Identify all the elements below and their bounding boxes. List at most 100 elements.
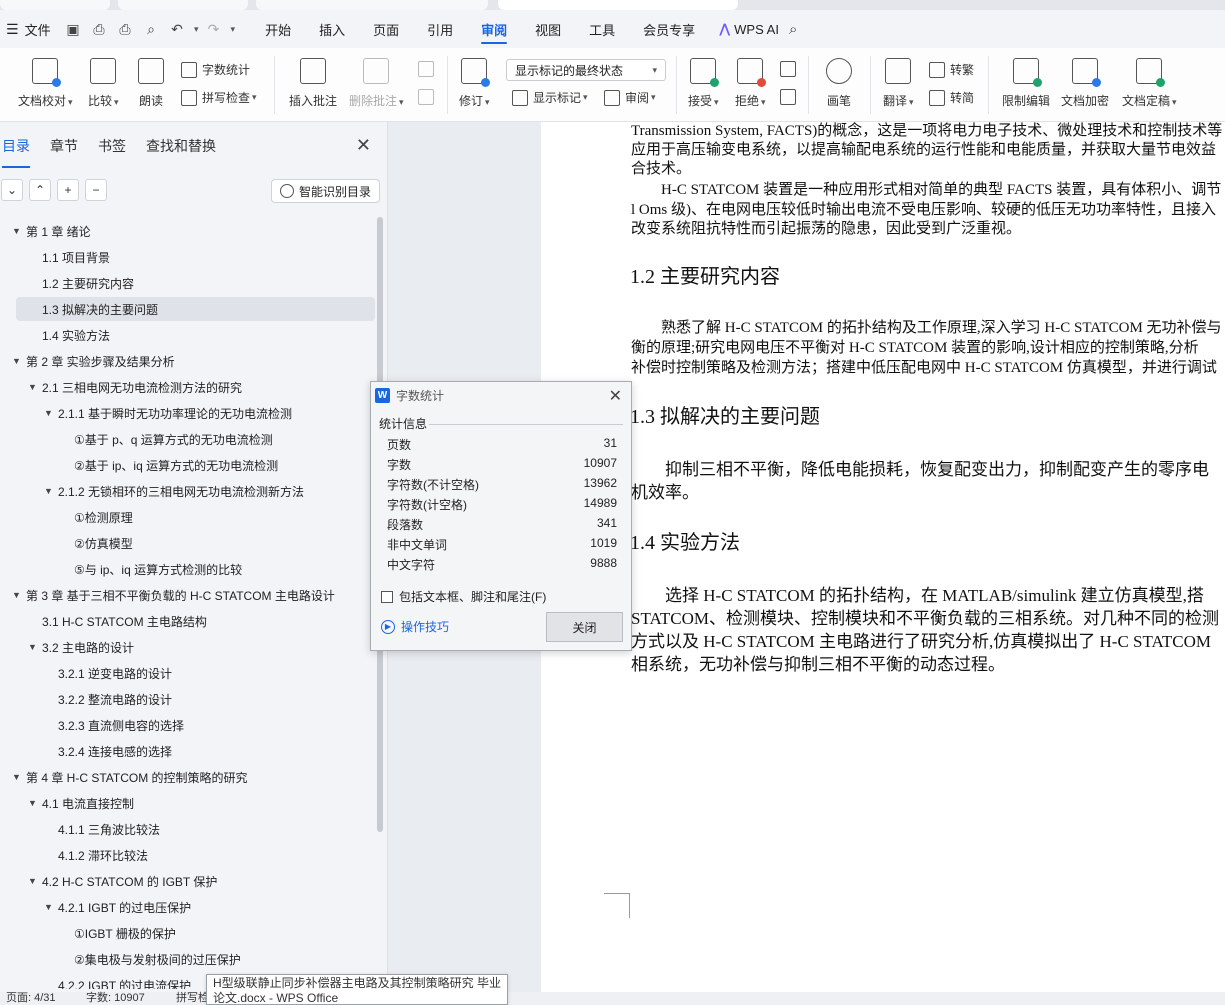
accept-button[interactable]: 接受 ▾ <box>688 58 720 109</box>
toc-item[interactable]: ▼ 第 2 章 实验步骤及结果分析 <box>12 349 375 373</box>
remove-heading-icon[interactable]: − <box>85 179 107 201</box>
tab-bookmarks[interactable]: 书签 <box>96 136 126 160</box>
toc-item[interactable]: 4.1.2 滞环比较法 <box>16 843 375 867</box>
toc-item[interactable]: ②基于 ip、iq 运算方式的无功电流检测 <box>16 453 375 477</box>
save-icon[interactable]: ▣ <box>62 18 84 40</box>
print-icon[interactable]: ⎙ <box>114 18 136 40</box>
window-tab[interactable] <box>118 0 248 10</box>
previous-comment-button[interactable] <box>418 61 439 77</box>
toc-item[interactable]: ▼ 第 1 章 绪论 <box>12 219 375 243</box>
tab-sections[interactable]: 章节 <box>48 136 78 160</box>
tab-review[interactable]: 审阅 <box>467 10 521 48</box>
toc-item[interactable]: ①检测原理 <box>16 505 375 529</box>
review-pane-button[interactable]: 审阅 ▾ <box>604 89 656 106</box>
toc-item[interactable]: 1.1 项目背景 <box>16 245 375 269</box>
previous-change-button[interactable] <box>780 61 801 77</box>
tab-page[interactable]: 页面 <box>359 10 413 48</box>
toc-item[interactable]: 1.2 主要研究内容 <box>16 271 375 295</box>
search-icon[interactable]: ⌕ <box>789 21 797 38</box>
markup-state-select[interactable]: 显示标记的最终状态 ▾ <box>506 59 666 81</box>
toc-item[interactable]: ①IGBT 栅极的保护 <box>16 921 375 945</box>
smart-toc-button[interactable]: 智能识别目录 <box>271 179 381 203</box>
restrict-edit-button[interactable]: 限制编辑 <box>1002 58 1050 109</box>
compare-button[interactable]: 比较 ▾ <box>88 58 119 109</box>
finalize-button[interactable]: 文档定稿 ▾ <box>1122 58 1177 109</box>
encrypt-button[interactable]: 文档加密 <box>1061 58 1109 109</box>
word-count-indicator[interactable]: 字数: 10907 <box>86 992 145 1005</box>
document-page[interactable]: Transmission System, FACTS)的概念，这是一项将电力电子… <box>541 122 1225 992</box>
expand-arrow-icon[interactable]: ▼ <box>12 356 21 366</box>
next-change-button[interactable] <box>780 89 801 105</box>
expand-arrow-icon[interactable]: ▼ <box>28 642 37 652</box>
undo-icon[interactable]: ↶ <box>166 18 188 40</box>
page-indicator[interactable]: 页面: 4/31 <box>6 992 56 1005</box>
window-tab-active[interactable] <box>498 0 738 10</box>
window-tab[interactable] <box>0 0 110 10</box>
export-pdf-icon[interactable]: ⎙ <box>88 18 110 40</box>
tab-home[interactable]: 开始 <box>251 10 305 48</box>
close-icon[interactable]: ✕ <box>609 386 622 406</box>
toc-item[interactable]: 3.1 H-C STATCOM 主电路结构 <box>16 609 375 633</box>
spell-check-button[interactable]: 拼写检查 ▾ <box>181 89 257 106</box>
dialog-title-bar[interactable]: W 字数统计 <box>371 382 631 408</box>
toc-item[interactable]: 3.2.4 连接电感的选择 <box>16 739 375 763</box>
tips-link[interactable]: ▶ 操作技巧 <box>381 618 449 635</box>
expand-arrow-icon[interactable]: ▼ <box>44 486 53 496</box>
toc-item[interactable]: 4.1.1 三角波比较法 <box>16 817 375 841</box>
toc-item[interactable]: ▼ 第 3 章 基于三相不平衡负载的 H-C STATCOM 主电路设计 <box>12 583 375 607</box>
collapse-all-icon[interactable]: ⌄ <box>1 179 23 201</box>
window-tab[interactable] <box>256 0 488 10</box>
tab-references[interactable]: 引用 <box>413 10 467 48</box>
toc-item[interactable]: 1.3 拟解决的主要问题 <box>16 297 375 321</box>
toc-item[interactable]: 3.2.1 逆变电路的设计 <box>16 661 375 685</box>
tab-tools[interactable]: 工具 <box>575 10 629 48</box>
close-icon[interactable]: ✕ <box>356 136 371 154</box>
toc-item[interactable]: ▼ 第 4 章 H-C STATCOM 的控制策略的研究 <box>12 765 375 789</box>
pen-button[interactable]: 画笔 <box>826 58 852 109</box>
expand-arrow-icon[interactable]: ▼ <box>12 772 21 782</box>
include-textbox-checkbox[interactable]: 包括文本框、脚注和尾注(F) <box>381 588 546 605</box>
toc-item[interactable]: 3.2.2 整流电路的设计 <box>16 687 375 711</box>
toc-item[interactable]: ▼ 4.2.1 IGBT 的过电压保护 <box>16 895 375 919</box>
toc-item[interactable]: ▼ 4.2 H-C STATCOM 的 IGBT 保护 <box>16 869 375 893</box>
expand-arrow-icon[interactable]: ▼ <box>28 382 37 392</box>
expand-arrow-icon[interactable]: ▼ <box>12 590 21 600</box>
toc-item[interactable]: ②集电极与发射极间的过压保护 <box>16 947 375 971</box>
wps-ai-button[interactable]: ⋀ WPS AI <box>709 21 789 37</box>
tab-view[interactable]: 视图 <box>521 10 575 48</box>
reject-button[interactable]: 拒绝 ▾ <box>735 58 767 109</box>
file-menu[interactable]: ☰ 文件 <box>0 20 56 39</box>
redo-icon[interactable]: ↷ <box>203 18 225 40</box>
doc-proofread-button[interactable]: 文档校对 ▾ <box>18 58 73 109</box>
to-traditional-button[interactable]: 转繁 <box>929 61 974 78</box>
track-changes-button[interactable]: 修订 ▾ <box>459 58 491 109</box>
print-preview-icon[interactable]: ⌕ <box>140 18 162 40</box>
expand-up-icon[interactable]: ⌃ <box>29 179 51 201</box>
toc-item[interactable]: ▼ 2.1 三相电网无功电流检测方法的研究 <box>16 375 375 399</box>
expand-arrow-icon[interactable]: ▼ <box>28 798 37 808</box>
to-simplified-button[interactable]: 转简 <box>929 89 974 106</box>
toc-item[interactable]: ▼ 2.1.1 基于瞬时无功功率理论的无功电流检测 <box>16 401 375 425</box>
customize-toolbar-icon[interactable]: ▾ <box>231 24 236 35</box>
expand-arrow-icon[interactable]: ▼ <box>44 902 53 912</box>
next-comment-button[interactable] <box>418 89 439 105</box>
toc-item[interactable]: ▼ 2.1.2 无锁相环的三相电网无功电流检测新方法 <box>16 479 375 503</box>
tab-member[interactable]: 会员专享 <box>629 10 709 48</box>
translate-button[interactable]: 翻译 ▾ <box>883 58 914 109</box>
expand-arrow-icon[interactable]: ▼ <box>28 876 37 886</box>
undo-dropdown-icon[interactable]: ▾ <box>194 24 199 35</box>
toc-item[interactable]: ▼ 3.2 主电路的设计 <box>16 635 375 659</box>
close-button[interactable]: 关闭 <box>546 612 623 642</box>
toc-item[interactable]: ②仿真模型 <box>16 531 375 555</box>
delete-comment-button[interactable]: 删除批注 ▾ <box>349 58 404 109</box>
word-count-button[interactable]: 字数统计 <box>181 61 250 78</box>
toc-item[interactable]: ▼ 4.1 电流直接控制 <box>16 791 375 815</box>
spell-check-indicator[interactable]: 拼写检 <box>176 992 209 1005</box>
show-markup-button[interactable]: 显示标记 ▾ <box>512 89 588 106</box>
tab-insert[interactable]: 插入 <box>305 10 359 48</box>
toc-item[interactable]: ⑤与 ip、iq 运算方式检测的比较 <box>16 557 375 581</box>
insert-comment-button[interactable]: 插入批注 <box>289 58 337 109</box>
toc-item[interactable]: 1.4 实验方法 <box>16 323 375 347</box>
read-aloud-button[interactable]: 朗读 <box>138 58 164 109</box>
tab-toc[interactable]: 目录 <box>0 136 30 168</box>
